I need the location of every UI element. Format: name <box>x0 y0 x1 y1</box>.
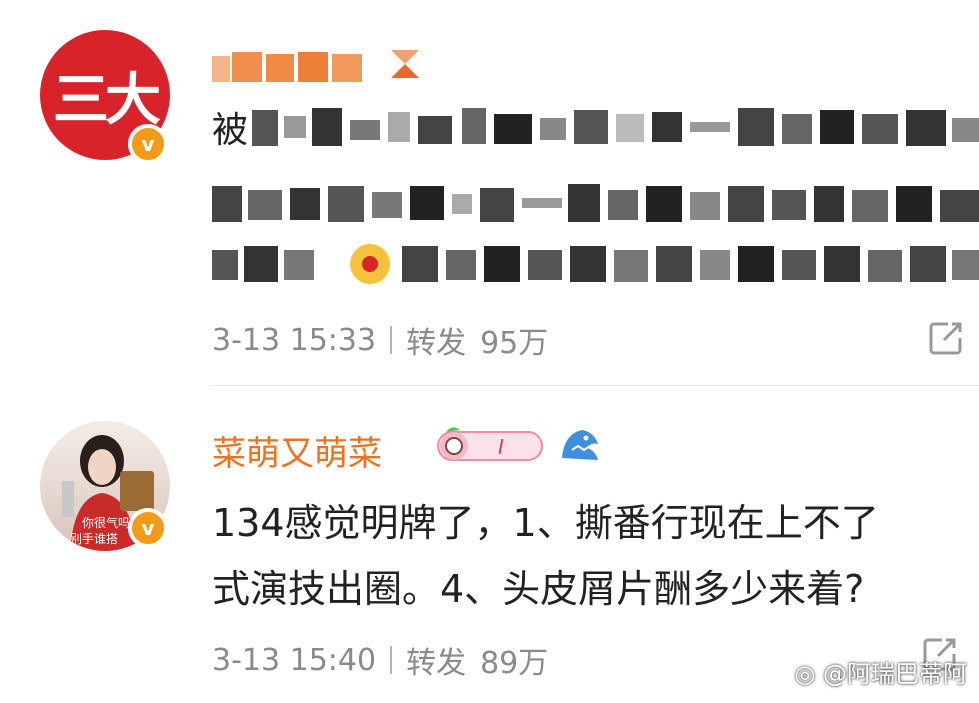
avatar-caption: 别手谁搭 <box>70 532 118 546</box>
comment-text-line: 134感觉明牌了，1、撕番行现在上不了 <box>212 501 879 545</box>
watermark: ◎ @阿瑞巴蒂阿 <box>794 654 967 689</box>
repost-label[interactable]: 转发 <box>406 638 466 682</box>
comment-text-line: 式演技出圈。4、头皮屑片酬多少来着? <box>212 567 865 611</box>
repost-label[interactable]: 转发 <box>406 318 466 362</box>
comment-meta: 3-13 15:33 转发 95万 <box>212 318 548 362</box>
username[interactable]: 菜萌又萌菜 <box>212 426 382 475</box>
weibo-logo-icon: ◎ <box>794 660 816 688</box>
timestamp: 3-13 15:33 <box>212 322 377 358</box>
pixelated-text-icon <box>212 184 979 222</box>
svg-text:I: I <box>498 435 504 459</box>
pixelated-text-icon <box>212 244 979 284</box>
level-badge-icon <box>391 50 419 78</box>
comment-item: 三大 v 被 3-13 15:33 转发 95万 <box>0 0 979 385</box>
user-badges: I <box>432 424 602 464</box>
verified-icon: v <box>128 508 168 548</box>
verified-icon: v <box>128 124 168 164</box>
level-badge-icon[interactable]: I <box>432 424 548 464</box>
avatar-caption: 你很气吗 <box>82 515 130 530</box>
watermark-text: @阿瑞巴蒂阿 <box>823 660 967 688</box>
timestamp: 3-13 15:40 <box>212 642 377 678</box>
username[interactable] <box>212 44 372 84</box>
avatar-logo-text: 三大 <box>53 67 161 133</box>
shark-icon[interactable] <box>558 424 602 464</box>
obscured-content-line <box>212 240 979 288</box>
repost-count: 95万 <box>480 326 549 361</box>
svg-text:被: 被 <box>212 110 248 151</box>
pixelated-text-icon: 被 <box>212 108 979 151</box>
meta-separator <box>390 326 393 354</box>
obscured-content-line <box>212 180 979 228</box>
repost-count: 89万 <box>480 646 549 681</box>
obscured-content-line: 被 <box>212 104 979 152</box>
comment-meta: 3-13 15:40 转发 89万 <box>212 638 548 682</box>
user-badges <box>385 44 425 84</box>
pixelated-username-icon <box>212 52 362 82</box>
share-icon[interactable] <box>926 318 966 358</box>
meta-separator <box>390 646 393 674</box>
